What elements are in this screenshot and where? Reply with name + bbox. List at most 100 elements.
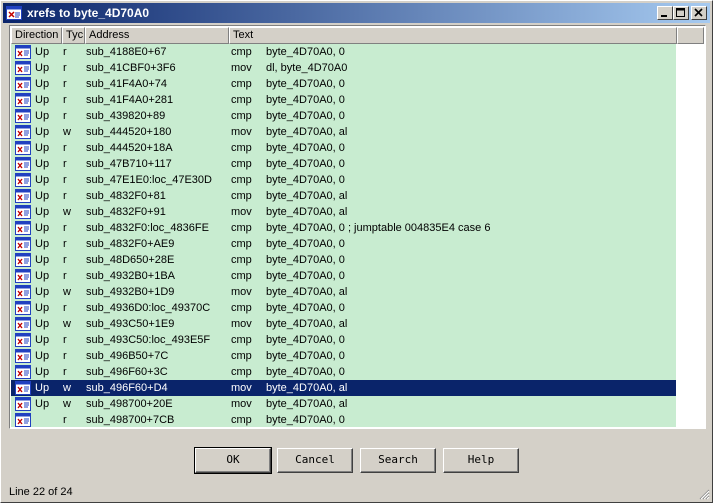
table-row[interactable]: Up r sub_496F60+3C cmp byte_4D70A0, 0: [11, 364, 676, 380]
mnemonic-text: cmp: [231, 302, 252, 314]
column-header-address[interactable]: Address: [85, 27, 229, 44]
operands-text: byte_4D70A0, 0: [266, 46, 345, 58]
mnemonic-text: cmp: [231, 78, 252, 90]
mnemonic-text: cmp: [231, 110, 252, 122]
direction-cell: Up: [35, 126, 50, 138]
xref-icon: [15, 253, 31, 267]
address-cell: sub_4832F0+AE9: [86, 238, 175, 250]
xref-icon: [15, 349, 31, 363]
type-cell: r: [63, 350, 67, 362]
xref-icon: [15, 93, 31, 107]
direction-cell: Up: [35, 318, 50, 330]
table-row[interactable]: Up r sub_4832F0+AE9 cmp byte_4D70A0, 0: [11, 236, 676, 252]
table-row[interactable]: Up r sub_4832F0+81 cmp byte_4D70A0, al: [11, 188, 676, 204]
direction-cell: Up: [35, 302, 50, 314]
table-row[interactable]: Up r sub_4932B0+1BA cmp byte_4D70A0, 0: [11, 268, 676, 284]
table-row[interactable]: r sub_498700+7CB cmp byte_4D70A0, 0: [11, 412, 676, 428]
minimize-button[interactable]: [657, 6, 673, 20]
type-cell: r: [63, 142, 67, 154]
operands-text: byte_4D70A0, 0: [266, 158, 345, 170]
type-cell: r: [63, 334, 67, 346]
direction-cell: Up: [35, 286, 50, 298]
operands-text: byte_4D70A0, 0: [266, 110, 345, 122]
table-row[interactable]: Up r sub_439820+89 cmp byte_4D70A0, 0: [11, 108, 676, 124]
xref-icon: [15, 221, 31, 235]
address-cell: sub_493C50+1E9: [86, 318, 175, 330]
table-row[interactable]: Up r sub_444520+18A cmp byte_4D70A0, 0: [11, 140, 676, 156]
address-cell: sub_4936D0:loc_49370C: [86, 302, 211, 314]
xrefs-list[interactable]: Direction Tyc Address Text Up r sub_4188E0…: [9, 25, 706, 429]
table-row[interactable]: Up w sub_4832F0+91 mov byte_4D70A0, al: [11, 204, 676, 220]
table-row[interactable]: Up r sub_41F4A0+74 cmp byte_4D70A0, 0: [11, 76, 676, 92]
type-cell: w: [63, 318, 71, 330]
address-cell: sub_444520+18A: [86, 142, 173, 154]
table-row[interactable]: Up w sub_444520+180 mov byte_4D70A0, al: [11, 124, 676, 140]
table-row[interactable]: Up r sub_41F4A0+281 cmp byte_4D70A0, 0: [11, 92, 676, 108]
search-button[interactable]: Search: [360, 448, 436, 473]
xref-icon: [15, 333, 31, 347]
close-button[interactable]: [691, 6, 707, 20]
xref-icon: [15, 301, 31, 315]
operands-text: byte_4D70A0, al: [266, 318, 348, 330]
mnemonic-text: cmp: [231, 158, 252, 170]
table-row[interactable]: Up r sub_496B50+7C cmp byte_4D70A0, 0: [11, 348, 676, 364]
type-cell: r: [63, 238, 67, 250]
operands-text: byte_4D70A0, 0: [266, 94, 345, 106]
table-row[interactable]: Up w sub_498700+20E mov byte_4D70A0, al: [11, 396, 676, 412]
table-row[interactable]: Up r sub_4832F0:loc_4836FE cmp byte_4D70A0, …: [11, 220, 676, 236]
xref-icon: [15, 205, 31, 219]
direction-cell: Up: [35, 174, 50, 186]
address-cell: sub_4932B0+1BA: [86, 270, 175, 282]
table-row[interactable]: Up r sub_41CBF0+3F6 mov dl, byte_4D70A0: [11, 60, 676, 76]
mnemonic-text: cmp: [231, 238, 252, 250]
mnemonic-text: cmp: [231, 222, 252, 234]
direction-cell: Up: [35, 158, 50, 170]
mnemonic-text: mov: [231, 382, 252, 394]
address-cell: sub_496F60+3C: [86, 366, 168, 378]
resize-grip-icon[interactable]: [698, 488, 710, 500]
table-row[interactable]: Up r sub_4936D0:loc_49370C cmp byte_4D70A0, …: [11, 300, 676, 316]
type-cell: r: [63, 94, 67, 106]
table-row[interactable]: Up r sub_47B710+117 cmp byte_4D70A0, 0: [11, 156, 676, 172]
table-row[interactable]: Up r sub_493C50:loc_493E5F cmp byte_4D70A0, …: [11, 332, 676, 348]
type-cell: r: [63, 366, 67, 378]
address-cell: sub_41CBF0+3F6: [86, 62, 176, 74]
xref-icon: [15, 109, 31, 123]
type-cell: w: [63, 382, 71, 394]
table-row[interactable]: Up w sub_4932B0+1D9 mov byte_4D70A0, al: [11, 284, 676, 300]
mnemonic-text: cmp: [231, 142, 252, 154]
mnemonic-text: cmp: [231, 94, 252, 106]
operands-text: byte_4D70A0, 0: [266, 238, 345, 250]
xref-list-icon: [6, 6, 22, 20]
help-button[interactable]: Help: [443, 448, 519, 473]
maximize-icon: [676, 8, 685, 17]
address-cell: sub_48D650+28E: [86, 254, 175, 266]
ok-button[interactable]: OK: [194, 447, 272, 474]
table-row[interactable]: Up w sub_493C50+1E9 mov byte_4D70A0, al: [11, 316, 676, 332]
mnemonic-text: cmp: [231, 350, 252, 362]
column-header-direction[interactable]: Direction: [11, 27, 62, 44]
column-header-text[interactable]: Text: [229, 27, 677, 44]
column-header-type[interactable]: Tyc: [62, 27, 85, 44]
mnemonic-text: cmp: [231, 46, 252, 58]
table-row[interactable]: Up r sub_47E1E0:loc_47E30D cmp byte_4D70A0, …: [11, 172, 676, 188]
title-bar[interactable]: xrefs to byte_4D70A0: [3, 3, 710, 23]
mnemonic-text: mov: [231, 126, 252, 138]
address-cell: sub_493C50:loc_493E5F: [86, 334, 211, 346]
type-cell: r: [63, 158, 67, 170]
window-title: xrefs to byte_4D70A0: [27, 6, 150, 20]
table-row[interactable]: Up r sub_4188E0+67 cmp byte_4D70A0, 0: [11, 44, 676, 60]
address-cell: sub_496F60+D4: [86, 382, 168, 394]
list-header: Direction Tyc Address Text: [11, 27, 704, 44]
cancel-button[interactable]: Cancel: [277, 448, 353, 473]
operands-text: byte_4D70A0, 0: [266, 78, 345, 90]
operands-text: dl, byte_4D70A0: [266, 62, 348, 74]
type-cell: r: [63, 110, 67, 122]
mnemonic-text: cmp: [231, 366, 252, 378]
maximize-button[interactable]: [673, 6, 689, 20]
type-cell: r: [63, 190, 67, 202]
table-row[interactable]: Up w sub_496F60+D4 mov byte_4D70A0, al: [11, 380, 676, 396]
table-row[interactable]: Up r sub_48D650+28E cmp byte_4D70A0, 0: [11, 252, 676, 268]
xref-icon: [15, 269, 31, 283]
operands-text: byte_4D70A0, 0: [266, 270, 345, 282]
